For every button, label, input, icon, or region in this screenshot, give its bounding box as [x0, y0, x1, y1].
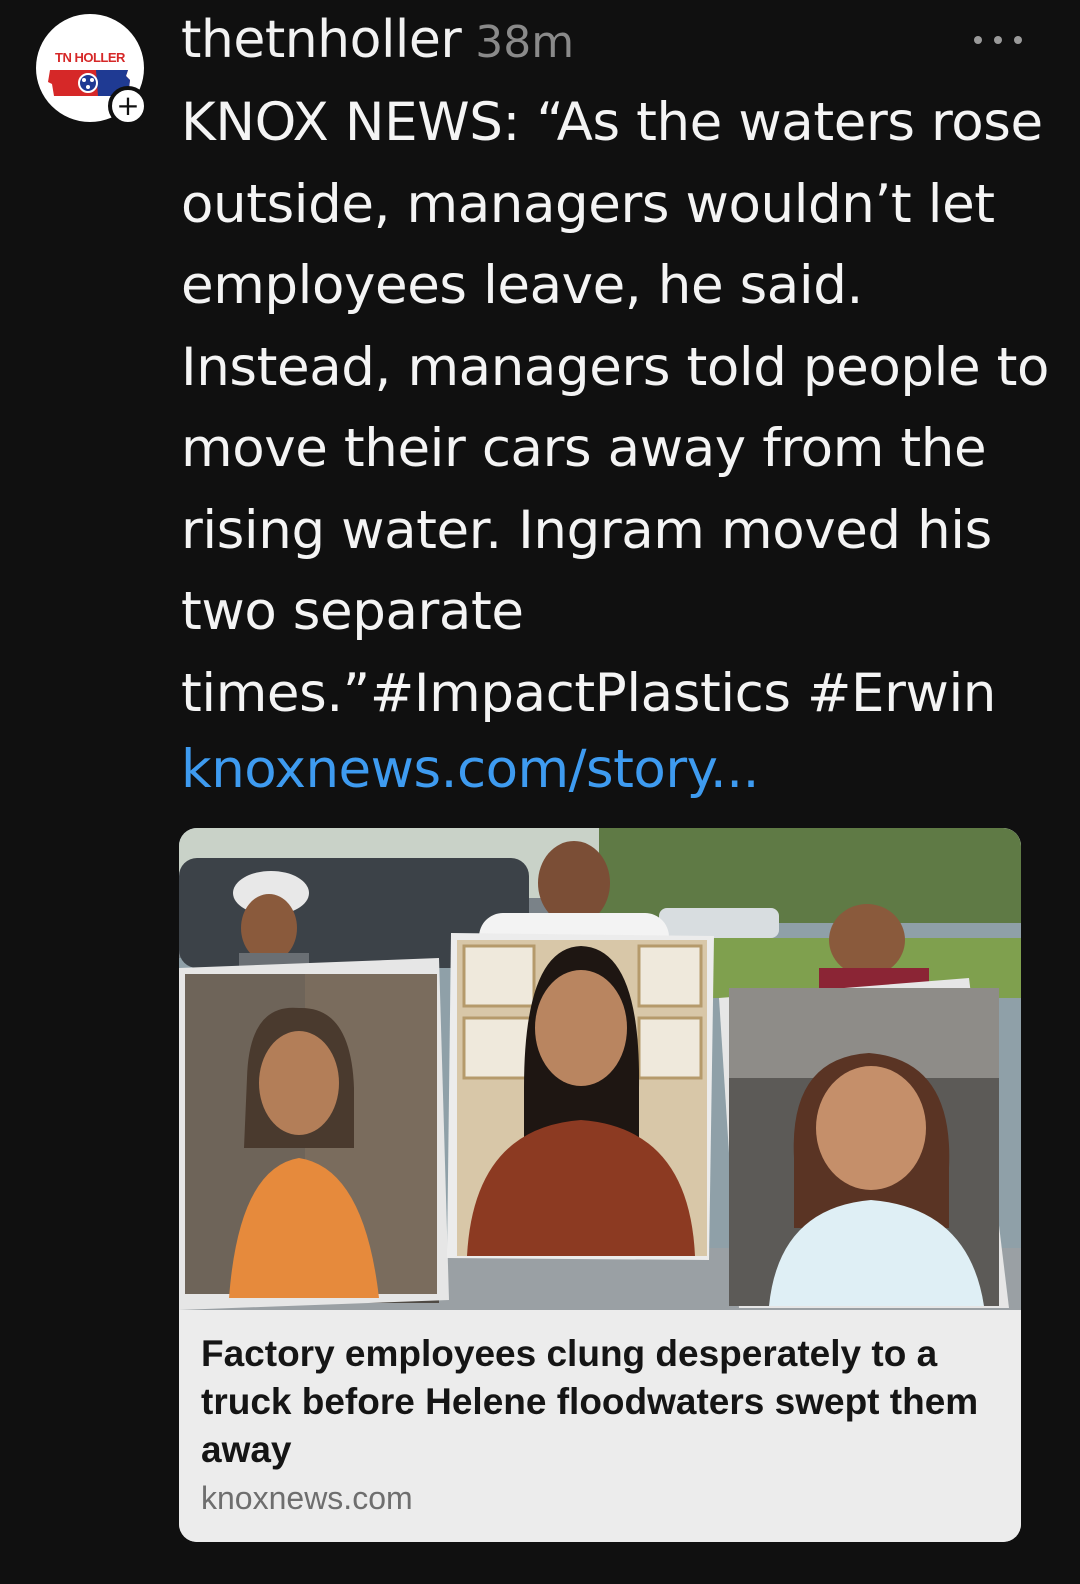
post-body-text: KNOX NEWS: “As the waters rose outside, … — [181, 82, 1050, 734]
username[interactable]: thetnholler — [181, 10, 462, 70]
post-body-line: outside, managers wouldn’t let — [181, 173, 995, 235]
timestamp: 38m — [475, 17, 575, 68]
follow-plus-icon[interactable]: + — [108, 86, 148, 126]
link-preview-card[interactable]: Factory employees clung desperately to a… — [179, 828, 1021, 1542]
link-preview-caption: Factory employees clung desperately to a… — [179, 1310, 1021, 1542]
post-body-line: rising water. Ingram moved his — [181, 499, 992, 561]
more-horizontal-icon[interactable] — [974, 28, 1022, 52]
post-header: thetnholler 38m — [181, 10, 574, 74]
post-link[interactable]: knoxnews.com/story... — [181, 735, 759, 805]
link-preview-image — [179, 828, 1021, 1310]
avatar-container[interactable]: TN HOLLER + — [36, 14, 148, 126]
avatar-logo-text: TN HOLLER — [55, 50, 125, 65]
post-body-line: times.”#ImpactPlastics #Erwin — [181, 662, 996, 724]
post-body-line: move their cars away from the — [181, 418, 987, 479]
feed-post: TN HOLLER + thetnholler 38m KNOX NEWS: “… — [0, 0, 1080, 1584]
link-preview-title[interactable]: Factory employees clung desperately to a… — [201, 1330, 991, 1474]
more-dot-icon — [1014, 36, 1022, 44]
more-dot-icon — [974, 36, 982, 44]
link-preview-domain: knoxnews.com — [201, 1480, 413, 1516]
post-body-line: employees leave, he said. — [181, 255, 863, 316]
more-dot-icon — [994, 36, 1002, 44]
post-body-line: KNOX NEWS: “As the waters rose — [181, 92, 1043, 153]
post-body-line: two separate — [181, 581, 524, 642]
post-body-line: Instead, managers told people to — [181, 336, 1050, 398]
